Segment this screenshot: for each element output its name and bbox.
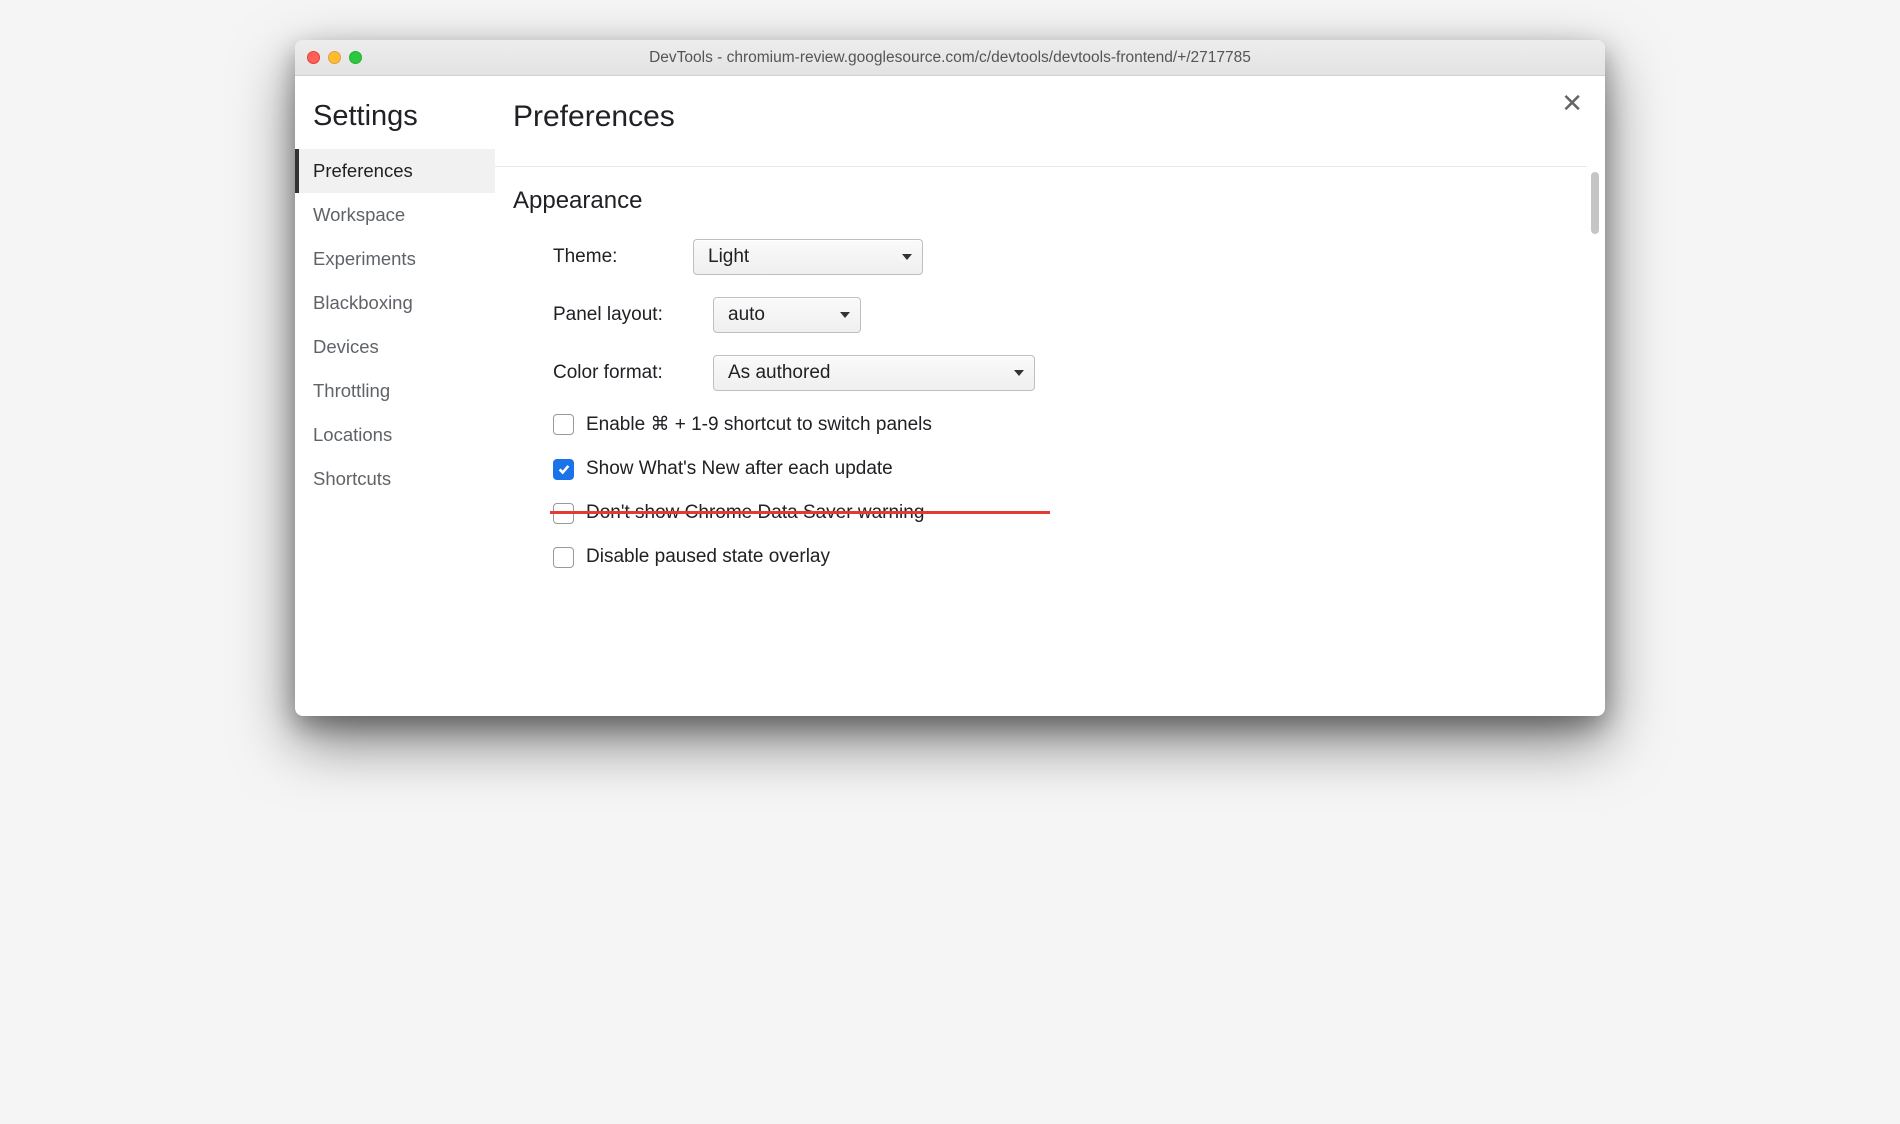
sidebar-item-label: Preferences (313, 160, 413, 181)
checkbox-row-whats-new[interactable]: Show What's New after each update (553, 458, 1569, 480)
theme-select-value: Light (708, 246, 749, 268)
checkbox-label: Show What's New after each update (586, 458, 893, 480)
panel-layout-select-value: auto (728, 304, 765, 326)
checkbox-label: Enable ⌘ + 1-9 shortcut to switch panels (586, 413, 932, 436)
chevron-down-icon (902, 254, 912, 260)
sidebar-item-preferences[interactable]: Preferences (295, 149, 495, 193)
minimize-window-button[interactable] (328, 51, 341, 64)
theme-label: Theme: (553, 246, 693, 268)
devtools-window: DevTools - chromium-review.googlesource.… (295, 40, 1605, 716)
checkbox-data-saver[interactable] (553, 503, 574, 524)
sidebar-item-experiments[interactable]: Experiments (295, 237, 495, 281)
checkbox-row-paused-overlay[interactable]: Disable paused state overlay (553, 546, 1569, 568)
chevron-down-icon (1014, 370, 1024, 376)
checkbox-shortcut[interactable] (553, 414, 574, 435)
close-icon[interactable]: ✕ (1561, 90, 1583, 116)
sidebar-item-workspace[interactable]: Workspace (295, 193, 495, 237)
color-format-row: Color format: As authored (553, 355, 1569, 391)
checkbox-whats-new[interactable] (553, 459, 574, 480)
traffic-lights (307, 51, 362, 64)
checkmark-icon (557, 462, 571, 476)
checkbox-label: Disable paused state overlay (586, 546, 830, 568)
section-title-appearance: Appearance (513, 187, 1569, 215)
sidebar-item-locations[interactable]: Locations (295, 413, 495, 457)
theme-select[interactable]: Light (693, 239, 923, 275)
sidebar-title: Settings (295, 100, 495, 149)
sidebar-item-devices[interactable]: Devices (295, 325, 495, 369)
content-area: Settings Preferences Workspace Experimen… (295, 76, 1605, 716)
main-panel: ✕ Preferences Appearance Theme: Light Pa… (495, 76, 1605, 716)
titlebar: DevTools - chromium-review.googlesource.… (295, 40, 1605, 76)
settings-sidebar: Settings Preferences Workspace Experimen… (295, 76, 495, 716)
sidebar-item-throttling[interactable]: Throttling (295, 369, 495, 413)
sidebar-item-label: Locations (313, 424, 392, 445)
sidebar-item-label: Workspace (313, 204, 405, 225)
sidebar-item-label: Throttling (313, 380, 390, 401)
checkbox-paused-overlay[interactable] (553, 547, 574, 568)
maximize-window-button[interactable] (349, 51, 362, 64)
close-window-button[interactable] (307, 51, 320, 64)
color-format-select[interactable]: As authored (713, 355, 1035, 391)
chevron-down-icon (840, 312, 850, 318)
checkbox-label: Don't show Chrome Data Saver warning (586, 502, 924, 524)
sidebar-item-shortcuts[interactable]: Shortcuts (295, 457, 495, 501)
checkbox-row-data-saver[interactable]: Don't show Chrome Data Saver warning (553, 502, 1569, 524)
sidebar-item-label: Devices (313, 336, 379, 357)
sidebar-item-blackboxing[interactable]: Blackboxing (295, 281, 495, 325)
sidebar-item-label: Blackboxing (313, 292, 413, 313)
panel-layout-label: Panel layout: (553, 304, 713, 326)
theme-row: Theme: Light (553, 239, 1569, 275)
color-format-select-value: As authored (728, 362, 830, 384)
sidebar-item-label: Shortcuts (313, 468, 391, 489)
page-title: Preferences (513, 100, 1569, 134)
color-format-label: Color format: (553, 362, 713, 384)
divider (495, 166, 1587, 167)
scrollbar-thumb[interactable] (1591, 172, 1599, 234)
sidebar-item-label: Experiments (313, 248, 416, 269)
window-title: DevTools - chromium-review.googlesource.… (295, 49, 1605, 67)
panel-layout-select[interactable]: auto (713, 297, 861, 333)
panel-layout-row: Panel layout: auto (553, 297, 1569, 333)
checkbox-row-shortcut[interactable]: Enable ⌘ + 1-9 shortcut to switch panels (553, 413, 1569, 436)
